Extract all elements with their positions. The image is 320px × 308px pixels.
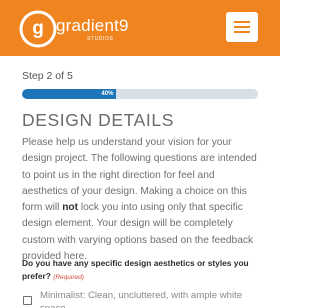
brand-name[interactable]: gradient9 xyxy=(56,16,129,36)
question-label: Do you have any specific design aestheti… xyxy=(22,257,262,284)
progress-percent-label: 40% xyxy=(101,91,114,97)
progress-bar: 40% xyxy=(22,89,258,99)
hamburger-icon xyxy=(234,21,250,23)
brand-subtitle: STUDIOS xyxy=(87,36,114,42)
menu-button[interactable] xyxy=(226,12,258,42)
intro-paragraph: Please help us understand your vision fo… xyxy=(22,135,262,265)
required-indicator: (Required) xyxy=(53,273,84,281)
site-header: g gradient9 STUDIOS xyxy=(0,0,280,56)
step-indicator: Step 2 of 5 xyxy=(22,70,73,82)
page: g gradient9 STUDIOS Step 2 of 5 40% DESI… xyxy=(0,0,280,308)
option-checkbox[interactable] xyxy=(23,296,32,305)
intro-text-bold: not xyxy=(62,202,79,214)
hamburger-icon-bar xyxy=(234,26,250,28)
gradient9-logo-icon[interactable]: g xyxy=(18,9,58,49)
hamburger-icon-bar xyxy=(234,31,250,33)
option-minimalist[interactable]: Minimalist: Clean, uncluttered, with amp… xyxy=(22,287,262,308)
section-title: DESIGN DETAILS xyxy=(22,110,174,130)
logo-letter: g xyxy=(32,18,44,39)
option-label[interactable]: Minimalist: Clean, uncluttered, with amp… xyxy=(40,289,264,308)
